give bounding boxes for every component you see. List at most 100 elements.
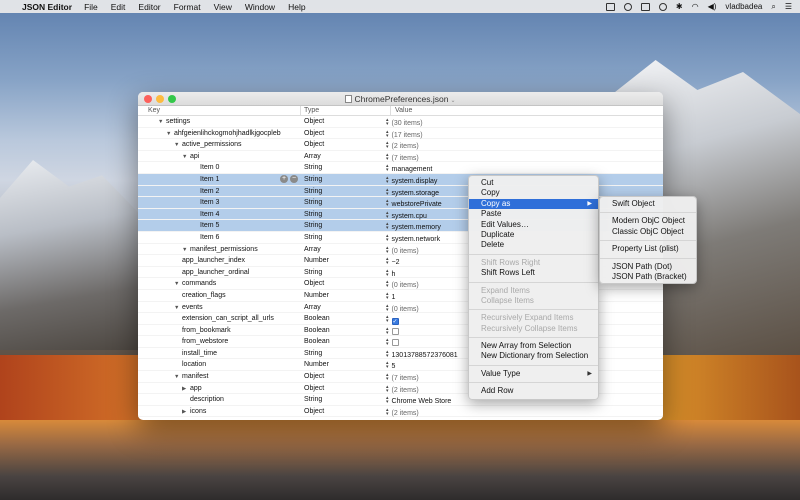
- menu-separator: [600, 257, 696, 259]
- stepper-icon: ▴ ▾: [386, 151, 389, 162]
- submenu-item-classic-objc[interactable]: Classic ObjC Object: [600, 227, 696, 237]
- disclosure-closed-icon[interactable]: ▶: [182, 409, 190, 415]
- notification-center-icon[interactable]: ☰: [785, 2, 792, 11]
- disclosure-open-icon[interactable]: ▼: [174, 142, 182, 148]
- menu-item-copy[interactable]: Copy: [469, 188, 598, 198]
- menu-item-delete[interactable]: Delete: [469, 240, 598, 250]
- disclosure-open-icon[interactable]: ▼: [182, 154, 190, 160]
- column-separator[interactable]: [300, 106, 301, 116]
- bluetooth-icon[interactable]: ✱: [676, 2, 683, 11]
- checkbox-unchecked[interactable]: [391, 327, 399, 335]
- table-row[interactable]: Item 0 String ▴ ▾ management: [138, 162, 663, 174]
- table-row[interactable]: ▶ icons Object ▴ ▾ (2 items): [138, 406, 663, 418]
- disclosure-closed-icon[interactable]: ▶: [182, 386, 190, 392]
- stepper-icon: ▴ ▾: [386, 325, 389, 336]
- menu-format[interactable]: Format: [174, 2, 201, 12]
- submenu-item-json-path-dot[interactable]: JSON Path (Dot): [600, 262, 696, 272]
- row-buttons: + −: [280, 175, 298, 184]
- stepper-icon: ▴ ▾: [386, 360, 389, 371]
- menu-item-new-array[interactable]: New Array from Selection: [469, 341, 598, 351]
- menu-item-collapse[interactable]: Collapse Items: [469, 296, 598, 306]
- wifi-icon[interactable]: ◠: [692, 2, 699, 11]
- submenu-arrow-icon: ▶: [587, 370, 592, 377]
- menu-help[interactable]: Help: [288, 2, 305, 12]
- menu-app-name[interactable]: JSON Editor: [22, 2, 72, 12]
- stepper-icon: ▴ ▾: [386, 256, 389, 267]
- add-row-icon[interactable]: +: [280, 175, 288, 184]
- spotlight-icon[interactable]: ⌕: [771, 2, 775, 12]
- document-icon: [345, 95, 353, 103]
- submenu-item-swift-object[interactable]: Swift Object: [600, 199, 696, 209]
- copy-as-submenu: Swift Object Modern ObjC Object Classic …: [599, 196, 697, 284]
- stepper-icon: ▴ ▾: [386, 314, 389, 325]
- clock-icon[interactable]: [623, 2, 632, 11]
- menu-item-value-type[interactable]: Value Type ▶: [469, 369, 598, 379]
- menu-item-new-dictionary[interactable]: New Dictionary from Selection: [469, 351, 598, 361]
- stepper-icon: ▴ ▾: [386, 337, 389, 348]
- display-icon[interactable]: [640, 2, 650, 11]
- menu-separator: [600, 240, 696, 242]
- menu-edit[interactable]: Edit: [111, 2, 126, 12]
- disclosure-open-icon[interactable]: ▼: [174, 281, 182, 287]
- menu-editor[interactable]: Editor: [138, 2, 160, 12]
- volume-icon[interactable]: ◀): [708, 2, 717, 11]
- stepper-icon: ▴ ▾: [386, 395, 389, 406]
- table-row[interactable]: ▼ settings Object ▴ ▾ (30 items): [138, 116, 663, 128]
- username[interactable]: vladbadea: [725, 2, 762, 11]
- menu-item-recursive-collapse[interactable]: Recursively Collapse Items: [469, 324, 598, 334]
- stepper-icon: ▴ ▾: [386, 209, 389, 220]
- context-menu: Cut Copy Copy as ▶ Paste Edit Values… Dup…: [468, 175, 599, 400]
- stepper-icon: ▴ ▾: [386, 406, 389, 417]
- submenu-item-json-path-bracket[interactable]: JSON Path (Bracket): [600, 272, 696, 282]
- stepper-icon: ▴ ▾: [386, 174, 389, 185]
- stepper-icon: ▴ ▾: [386, 372, 389, 383]
- menu-item-edit-values[interactable]: Edit Values…: [469, 220, 598, 230]
- column-key[interactable]: Key: [148, 107, 160, 114]
- stepper-icon: ▴ ▾: [386, 290, 389, 301]
- menu-file[interactable]: File: [84, 2, 98, 12]
- menu-item-copy-as[interactable]: Copy as ▶: [469, 198, 598, 210]
- submenu-item-plist[interactable]: Property List (plist): [600, 244, 696, 254]
- table-row[interactable]: ▼ api Array ▴ ▾ (7 items): [138, 151, 663, 163]
- disclosure-open-icon[interactable]: ▼: [174, 305, 182, 311]
- stepper-icon: ▴ ▾: [386, 279, 389, 290]
- wallpaper-mountain-left: [0, 160, 150, 350]
- column-header: Key Type Value: [138, 106, 663, 116]
- stepper-icon: ▴ ▾: [386, 267, 389, 278]
- menu-item-shift-right[interactable]: Shift Rows Right: [469, 258, 598, 268]
- sync-icon[interactable]: [658, 2, 667, 11]
- column-type[interactable]: Type: [304, 107, 319, 114]
- disclosure-open-icon[interactable]: ▼: [166, 131, 174, 137]
- menu-item-cut[interactable]: Cut: [469, 178, 598, 188]
- menu-separator: [469, 253, 598, 255]
- menu-item-paste[interactable]: Paste: [469, 209, 598, 219]
- screen-icon[interactable]: [605, 2, 615, 11]
- menu-item-expand[interactable]: Expand Items: [469, 286, 598, 296]
- menu-item-duplicate[interactable]: Duplicate: [469, 230, 598, 240]
- menu-item-add-row[interactable]: Add Row: [469, 386, 598, 396]
- remove-row-icon[interactable]: −: [290, 175, 298, 184]
- disclosure-open-icon[interactable]: ▼: [182, 247, 190, 253]
- stepper-icon: ▴ ▾: [386, 221, 389, 232]
- menu-window[interactable]: Window: [245, 2, 275, 12]
- status-area: ✱ ◠ ◀) vladbadea ⌕ ☰: [605, 0, 792, 13]
- title-chevron-icon[interactable]: ⌄: [450, 98, 455, 104]
- menu-item-shift-left[interactable]: Shift Rows Left: [469, 268, 598, 278]
- stepper-icon: ▴ ▾: [386, 383, 389, 394]
- menu-view[interactable]: View: [214, 2, 232, 12]
- disclosure-open-icon[interactable]: ▼: [174, 374, 182, 380]
- column-separator[interactable]: [390, 106, 391, 116]
- disclosure-open-icon[interactable]: ▼: [158, 119, 166, 125]
- menu-separator: [469, 309, 598, 311]
- checkbox-unchecked[interactable]: [391, 339, 399, 347]
- table-row[interactable]: ▼ ahfgeienlihckogmohjhadlkjgocpleb Object ▴…: [138, 128, 663, 140]
- stepper-icon: ▴ ▾: [386, 348, 389, 359]
- menu-bar: JSON Editor File Edit Editor Format View…: [0, 0, 800, 13]
- column-value[interactable]: Value: [395, 107, 412, 114]
- menu-item-recursive-expand[interactable]: Recursively Expand Items: [469, 313, 598, 323]
- window-titlebar: ChromePreferences.json ⌄: [138, 92, 663, 106]
- submenu-item-modern-objc[interactable]: Modern ObjC Object: [600, 216, 696, 226]
- submenu-arrow-icon: ▶: [587, 200, 592, 207]
- stepper-icon: ▴ ▾: [386, 140, 389, 151]
- table-row[interactable]: ▼ active_permissions Object ▴ ▾ (2 items): [138, 139, 663, 151]
